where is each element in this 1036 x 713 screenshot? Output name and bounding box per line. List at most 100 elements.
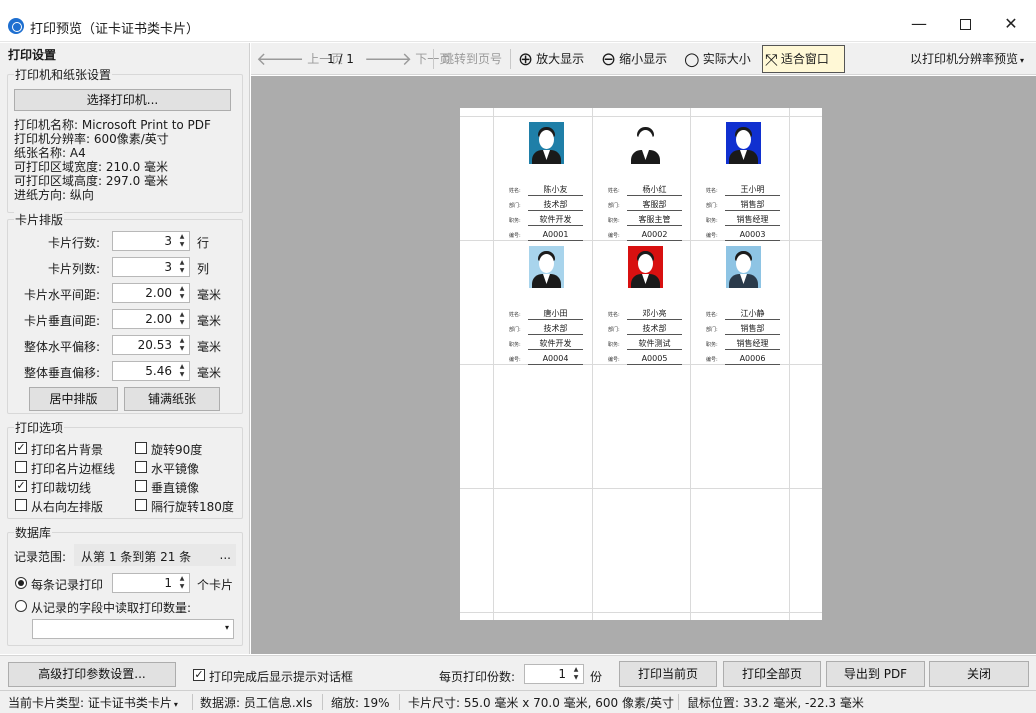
card-field-value: A0004 [528, 354, 583, 365]
cut-line [460, 612, 822, 613]
card-field-value: 软件测试 [627, 339, 682, 350]
card-field-value: 销售部 [725, 324, 780, 335]
card-field: 部门: 技术部 [608, 324, 688, 336]
checkbox-label: 旋转90度 [151, 443, 203, 457]
paper-page: 姓名: 陈小友 部门: 技术部 职务: 软件开发 编号: A0001 姓名: 杨小红 部门: 客服部职… [460, 108, 822, 620]
card-field-key: 职务: [509, 342, 521, 348]
print-cutline-checkbox[interactable]: ✓ [15, 480, 27, 492]
group-title: 打印选项 [14, 419, 65, 436]
resolution-preview-dropdown[interactable]: 以打印机分辨率预览 ▾ [910, 43, 1024, 75]
rows-stepper[interactable]: 3 ▲ ▼ [112, 231, 190, 251]
card-type-dropdown[interactable]: 当前卡片类型: 证卡证书类卡片 ▾ [8, 694, 178, 711]
print-all-button[interactable]: 打印全部页 [723, 661, 821, 687]
card-field-key: 部门: [706, 327, 718, 333]
jump-page-button[interactable]: 跳转到页号 [442, 43, 502, 75]
updown-icon[interactable]: ▲ ▼ [571, 666, 581, 682]
updown-icon[interactable]: ▲ ▼ [177, 259, 187, 275]
v-spacing-unit: 毫米 [197, 314, 222, 328]
card-field-key: 姓名: [509, 312, 521, 318]
h-spacing-stepper[interactable]: 2.00 ▲ ▼ [112, 283, 190, 303]
card-field-value: 江小静 [725, 309, 780, 320]
from-field-radio[interactable] [15, 600, 27, 612]
card-field-key: 编号: [706, 233, 718, 239]
card-layout-group: 卡片排版 卡片行数: 3 ▲ ▼ 行 卡片列数: 3 ▲ ▼ 列 卡片水平间距: 2.0… [7, 211, 243, 414]
card-field-key: 部门: [608, 327, 620, 333]
card-field: 姓名: 陈小友 [509, 185, 589, 197]
from-field-label: 从记录的字段中读取打印数量: [31, 601, 192, 615]
v-offset-stepper[interactable]: 5.46 ▲ ▼ [112, 361, 190, 381]
card-field: 部门: 销售部 [706, 200, 786, 212]
updown-icon[interactable]: ▲ ▼ [177, 575, 187, 591]
rows-label: 卡片行数: [47, 236, 100, 250]
card-field-key: 编号: [608, 357, 620, 363]
stepper-value: 3 [164, 234, 172, 248]
zoom-out-label: 缩小显示 [619, 52, 668, 66]
maximize-button[interactable] [942, 10, 988, 38]
checkbox-label: 打印名片边框线 [31, 462, 116, 476]
fill-paper-button[interactable]: 铺满纸张 [124, 387, 220, 411]
print-background-checkbox[interactable]: ✓ [15, 442, 27, 454]
cols-stepper[interactable]: 3 ▲ ▼ [112, 257, 190, 277]
fit-window-label: 适合窗口 [780, 52, 829, 66]
card-field-value: 软件开发 [528, 215, 583, 226]
h-mirror-checkbox[interactable] [135, 461, 147, 473]
next-page-button[interactable]: 🡒下一页 [364, 43, 451, 75]
v-spacing-stepper[interactable]: 2.00 ▲ ▼ [112, 309, 190, 329]
updown-icon[interactable]: ▲ ▼ [177, 363, 187, 379]
close-window-button[interactable]: ✕ [988, 10, 1034, 38]
zoom-in-button[interactable]: ⊕ 放大显示 [518, 43, 584, 75]
h-offset-stepper[interactable]: 20.53 ▲ ▼ [112, 335, 190, 355]
center-layout-button[interactable]: 居中排版 [29, 387, 118, 411]
minimize-button[interactable]: — [896, 10, 942, 38]
zoom-out-button[interactable]: ⊖ 缩小显示 [601, 43, 667, 75]
field-select[interactable]: ▾ [32, 619, 234, 639]
checkbox-label: 打印裁切线 [31, 481, 92, 495]
chevron-down-icon[interactable]: ▾ [225, 623, 229, 632]
updown-icon[interactable]: ▲ ▼ [177, 285, 187, 301]
portrait-face [736, 254, 751, 273]
show-dialog-checkbox[interactable]: ✓ [193, 669, 205, 681]
record-range-button[interactable]: ... [220, 548, 231, 562]
print-current-button[interactable]: 打印当前页 [619, 661, 717, 687]
datasource-status: 数据源: 员工信息.xls [200, 696, 313, 710]
card-field: 部门: 技术部 [509, 200, 589, 212]
v-offset-label: 整体垂直偏移: [23, 366, 100, 380]
stepper-value: 20.53 [137, 338, 172, 352]
card-field-key: 姓名: [706, 188, 718, 194]
database-group: 数据库 记录范围: 从第 1 条到第 21 条 ... 每条记录打印 1 ▲ ▼ 个… [7, 524, 243, 646]
right-to-left-checkbox[interactable] [15, 499, 27, 511]
print-border-checkbox[interactable] [15, 461, 27, 473]
export-pdf-button[interactable]: 导出到 PDF [826, 661, 925, 687]
alt-rotate-180-checkbox[interactable] [135, 499, 147, 511]
rotate-90-checkbox[interactable] [135, 442, 147, 454]
per-record-unit: 个卡片 [197, 578, 234, 592]
updown-icon[interactable]: ▲ ▼ [177, 311, 187, 327]
select-printer-button[interactable]: 选择打印机... [14, 89, 231, 111]
advanced-settings-button[interactable]: 高级打印参数设置... [8, 662, 176, 687]
chevron-down-icon: ▾ [173, 700, 178, 709]
stepper-value: 3 [164, 260, 172, 274]
record-range-label: 记录范围: [14, 550, 67, 564]
id-card: 姓名: 江小静 部门: 销售部 职务: 销售经理 编号: A0006 [691, 241, 789, 365]
updown-icon[interactable]: ▲ ▼ [177, 337, 187, 353]
per-record-stepper[interactable]: 1 ▲ ▼ [112, 573, 190, 593]
zoom-status: 缩放: 19% [331, 696, 390, 710]
v-mirror-checkbox[interactable] [135, 480, 147, 492]
updown-icon[interactable]: ▲ ▼ [177, 233, 187, 249]
card-field-value: 邓小亮 [627, 309, 682, 320]
card-field-key: 职务: [509, 218, 521, 224]
per-record-radio[interactable] [15, 577, 27, 589]
card-field-key: 编号: [509, 357, 521, 363]
close-button[interactable]: 关闭 [929, 661, 1029, 687]
card-field-key: 职务: [706, 218, 718, 224]
copies-stepper[interactable]: 1 ▲ ▼ [524, 664, 584, 684]
card-field-value: 软件开发 [528, 339, 583, 350]
card-field-value: 客服主管 [627, 215, 682, 226]
show-dialog-label: 打印完成后显示提示对话框 [209, 670, 354, 684]
card-field-value: 技术部 [528, 200, 583, 211]
actual-size-button[interactable]: ○ 实际大小 [684, 43, 751, 75]
panel-title: 打印设置 [8, 48, 57, 62]
fit-window-button[interactable]: ⤧ 适合窗口 [765, 43, 829, 75]
card-field: 编号: A0006 [706, 354, 786, 366]
record-range-field[interactable]: 从第 1 条到第 21 条 ... [74, 544, 236, 566]
